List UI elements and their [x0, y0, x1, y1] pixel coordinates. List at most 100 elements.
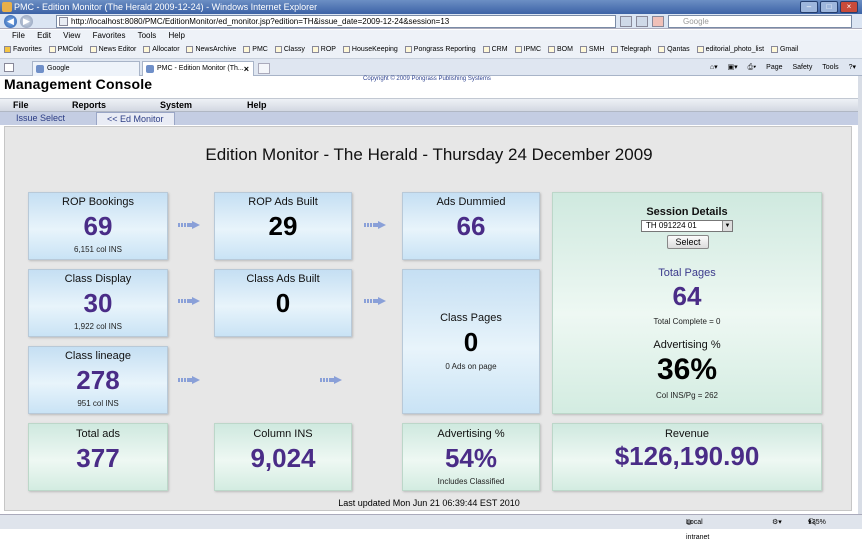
app-menu-file[interactable]: File	[13, 99, 29, 112]
menu-tools[interactable]: Tools	[138, 31, 157, 40]
card-value: 9,024	[250, 443, 316, 473]
page-icon	[311, 45, 319, 53]
search-input[interactable]: Google	[668, 15, 852, 28]
favorite-link[interactable]: NewsArchive	[186, 41, 236, 58]
help-icon[interactable]: ?▾	[849, 64, 856, 71]
favorites-bar: Favorites PMCold News Editor Allocator N…	[0, 41, 862, 59]
close-tab-icon[interactable]: ×	[244, 63, 249, 76]
flow-arrow-icon	[178, 376, 200, 384]
scrollbar[interactable]	[858, 76, 862, 514]
favorites-button[interactable]: Favorites	[4, 41, 42, 58]
page-icon	[274, 45, 282, 53]
select-button[interactable]: Select	[667, 235, 709, 249]
chevron-down-icon[interactable]: ▼	[722, 221, 732, 231]
class-lineage-card: Class lineage 278 951 col INS	[28, 346, 168, 414]
favorite-link[interactable]: BOM	[547, 41, 573, 58]
flow-arrow-icon	[178, 297, 200, 305]
home-icon[interactable]: ⌂▾	[710, 64, 718, 71]
app-menu-system[interactable]: System	[160, 99, 192, 112]
menu-edit[interactable]: Edit	[37, 31, 51, 40]
favorite-link[interactable]: Qantas	[658, 41, 690, 58]
back-arrow-icon[interactable]: ◀	[4, 15, 17, 28]
tools-menu[interactable]: Tools	[822, 64, 838, 71]
refresh-icon[interactable]	[636, 16, 648, 27]
google-favicon-icon	[36, 65, 44, 73]
card-label: Revenue	[664, 428, 710, 440]
card-value: 69	[83, 211, 113, 241]
card-value: 278	[76, 365, 120, 395]
print-icon[interactable]: ⎙▾	[748, 64, 757, 71]
card-subtext: 0 Ads on page	[445, 362, 497, 371]
issue-select-link[interactable]: Issue Select	[6, 112, 75, 125]
favorite-link[interactable]: ROP	[311, 41, 336, 58]
card-value: 0	[275, 288, 291, 318]
safety-menu[interactable]: Safety	[792, 64, 812, 71]
session-select[interactable]: TH 091224 01 ▼	[641, 220, 733, 232]
zoom-level[interactable]: 🔍︎ 135% ▾	[808, 515, 826, 530]
address-input[interactable]: http://localhost:8080/PMC/EditionMonitor…	[56, 15, 616, 28]
ads-dummied-card: Ads Dummied 66	[402, 192, 540, 260]
favorite-link[interactable]: PMCold	[48, 41, 83, 58]
session-advertising-label: Advertising %	[653, 339, 721, 351]
minimize-button[interactable]: –	[800, 1, 818, 13]
stop-icon[interactable]	[652, 16, 664, 27]
window-title: PMC - Edition Monitor (The Herald 2009-1…	[14, 2, 318, 12]
quick-tabs-icon[interactable]	[4, 63, 14, 72]
favorite-link[interactable]: Allocator	[143, 41, 180, 58]
window-titlebar: PMC - Edition Monitor (The Herald 2009-1…	[0, 0, 862, 14]
maximize-button[interactable]: □	[820, 1, 838, 13]
page-icon	[611, 45, 619, 53]
favorite-link[interactable]: Telegraph	[611, 41, 651, 58]
revenue-card: Revenue $126,190.90	[552, 423, 822, 491]
tab-google[interactable]: Google	[32, 61, 140, 76]
favorite-link[interactable]: PMC	[243, 41, 268, 58]
favorite-link[interactable]: editorial_photo_list	[696, 41, 764, 58]
menu-file[interactable]: File	[12, 31, 25, 40]
forward-arrow-icon[interactable]: ▶	[20, 15, 33, 28]
column-ins-card: Column INS 9,024	[214, 423, 352, 491]
window-controls: – □ ×	[800, 1, 858, 13]
flow-arrow-icon	[320, 376, 342, 384]
total-complete-text: Total Complete = 0	[653, 317, 721, 326]
favorite-link[interactable]: CRM	[482, 41, 508, 58]
class-ads-built-card: Class Ads Built 0	[214, 269, 352, 337]
close-window-button[interactable]: ×	[840, 1, 858, 13]
favorite-link[interactable]: Classy	[274, 41, 305, 58]
page-icon	[514, 45, 522, 53]
tab-bar: Google PMC - Edition Monitor (Th... × ⌂▾…	[0, 59, 862, 76]
new-tab-button[interactable]	[258, 63, 270, 74]
page-icon	[579, 45, 587, 53]
menu-favorites[interactable]: Favorites	[93, 31, 126, 40]
card-value: 0	[463, 327, 479, 357]
menu-view[interactable]: View	[63, 31, 80, 40]
ed-monitor-tab[interactable]: << Ed Monitor	[96, 112, 175, 125]
address-bar-row: ◀ ▶ http://localhost:8080/PMC/EditionMon…	[0, 14, 862, 29]
total-pages-value: 64	[672, 281, 702, 311]
compatibility-icon[interactable]	[620, 16, 632, 27]
session-details-label: Session Details	[646, 206, 728, 218]
feeds-icon[interactable]: ▣▾	[728, 64, 738, 71]
menu-help[interactable]: Help	[169, 31, 185, 40]
favorite-link[interactable]: HouseKeeping	[342, 41, 398, 58]
app-menu-reports[interactable]: Reports	[72, 99, 106, 112]
copyright-text: Copyright © 2009 Pongrass Publishing Sys…	[363, 76, 491, 82]
rop-ads-built-card: ROP Ads Built 29	[214, 192, 352, 260]
session-advertising-value: 36%	[656, 353, 718, 386]
favorite-link[interactable]: News Editor	[89, 41, 136, 58]
rop-bookings-card: ROP Bookings 69 6,151 col INS	[28, 192, 168, 260]
app-menu-help[interactable]: Help	[247, 99, 267, 112]
favorite-link[interactable]: Pongrass Reporting	[404, 41, 476, 58]
favorite-link[interactable]: IPMC	[514, 41, 541, 58]
favorite-link[interactable]: SMH	[579, 41, 604, 58]
protected-mode-icon[interactable]: ⚙▾	[772, 515, 782, 530]
tab-edition-monitor[interactable]: PMC - Edition Monitor (Th... ×	[142, 61, 254, 76]
page-icon	[658, 45, 666, 53]
tab-label: PMC - Edition Monitor (Th...	[157, 65, 244, 72]
page-menu[interactable]: Page	[766, 64, 782, 71]
star-icon	[4, 45, 11, 53]
favorite-link[interactable]: Gmail	[770, 41, 798, 58]
flow-arrow-icon	[364, 297, 386, 305]
page-icon	[342, 45, 350, 53]
card-subtext: 6,151 col INS	[73, 245, 123, 254]
card-value: 29	[268, 211, 298, 241]
